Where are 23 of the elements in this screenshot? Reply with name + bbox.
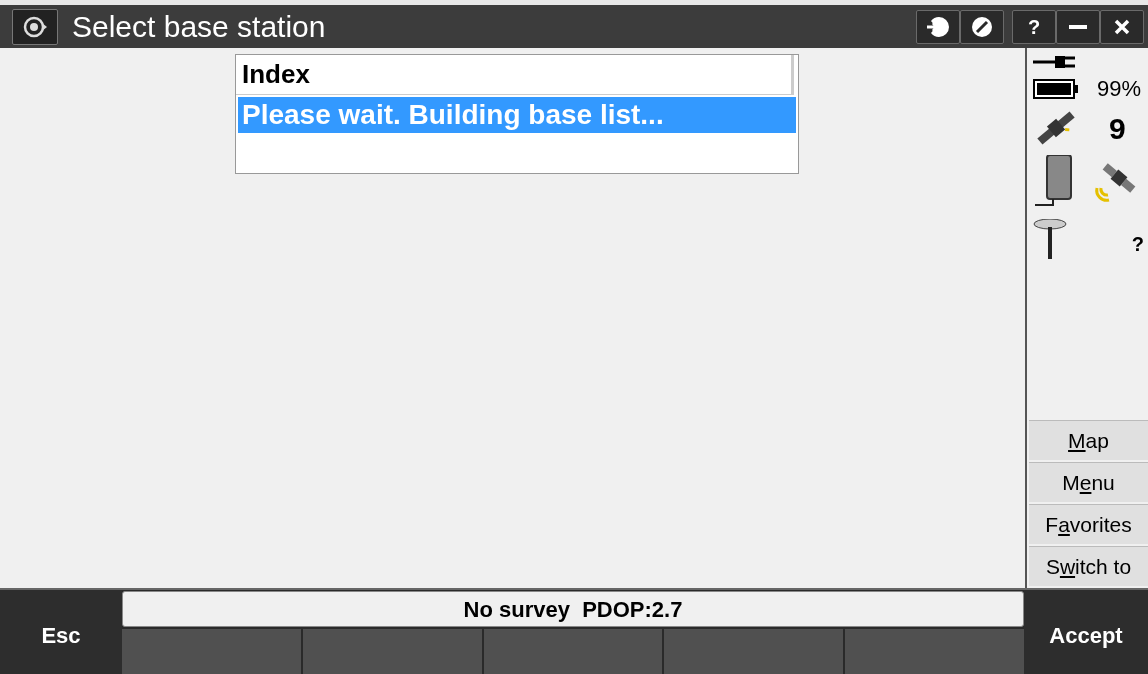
satellite-count: 9	[1109, 110, 1126, 147]
side-menu-button[interactable]: Favorites	[1029, 504, 1148, 544]
enter-icon	[925, 15, 951, 38]
battery-level: 99%	[1097, 75, 1142, 103]
side-menu-button[interactable]: Menu	[1029, 462, 1148, 502]
side-menu-button[interactable]: Map	[1029, 420, 1148, 460]
close-button[interactable]	[1100, 9, 1144, 44]
rover-status: ?	[1131, 232, 1144, 257]
app-logo-icon[interactable]	[12, 8, 58, 45]
no-entry-icon	[971, 15, 993, 38]
close-icon	[1114, 18, 1130, 35]
status-bar: No survey PDOP:2.7	[122, 591, 1024, 627]
window-title: Select base station	[72, 11, 326, 42]
minimize-icon	[1069, 24, 1087, 29]
column-header[interactable]: Index	[236, 55, 794, 95]
login-button[interactable]	[916, 9, 960, 44]
side-menu-button[interactable]: Switch to	[1029, 546, 1148, 586]
battery-icon	[1033, 77, 1079, 100]
help-button[interactable]: ?	[1012, 9, 1056, 44]
minimize-button[interactable]	[1056, 9, 1100, 44]
antenna-pole-icon	[1033, 219, 1067, 259]
cancel-button[interactable]	[960, 9, 1004, 44]
receiver-icon	[1033, 155, 1073, 207]
